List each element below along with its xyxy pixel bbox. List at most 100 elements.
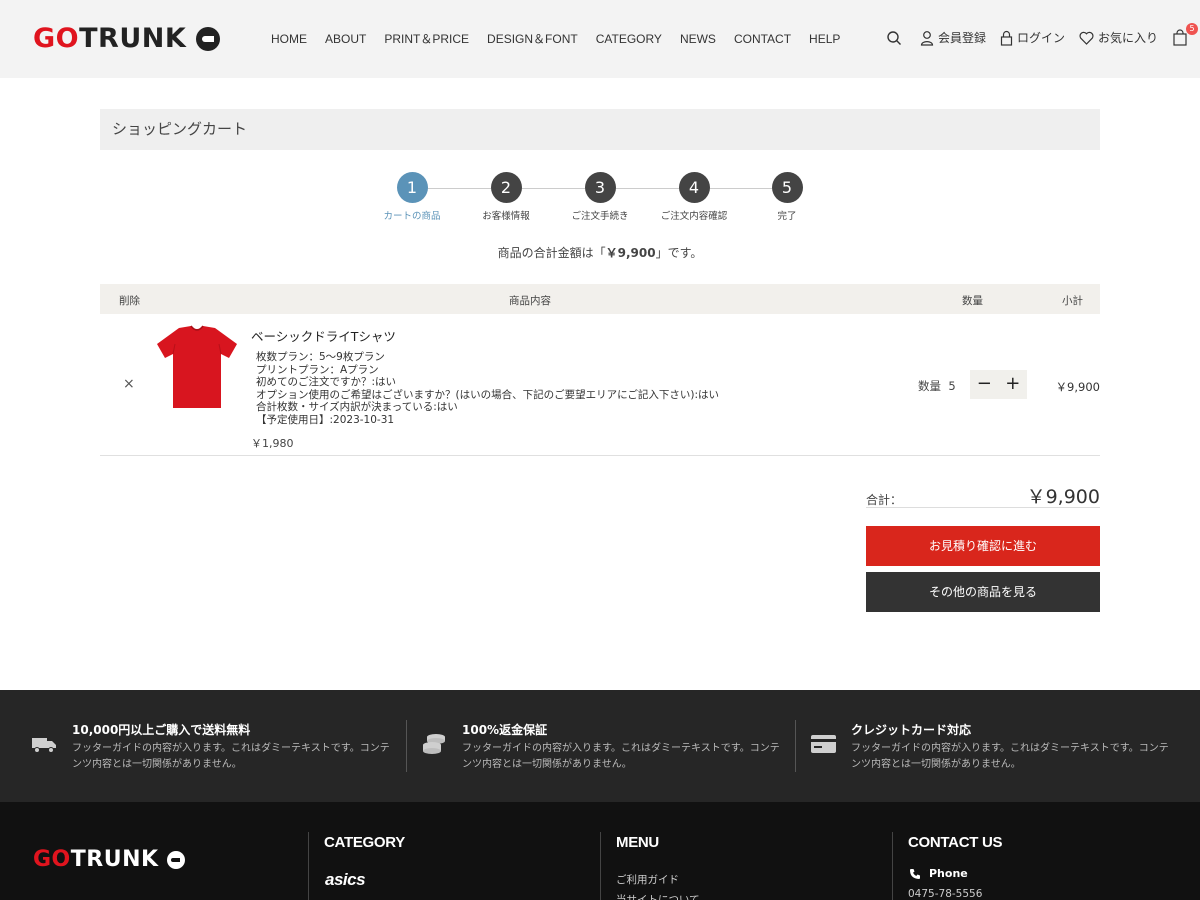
favorites-link[interactable]: お気に入り (1079, 29, 1158, 47)
nav-contact[interactable]: CONTACT (734, 31, 791, 47)
phone-number[interactable]: 0475-78-5556 (908, 888, 982, 900)
quantity-display: 数量 5 (918, 379, 956, 393)
product-option: プリントプラン：Aプラン (256, 363, 379, 376)
logo-text-red: GO (33, 23, 80, 54)
feature-divider (795, 720, 796, 772)
register-link[interactable]: 会員登録 (920, 29, 986, 47)
step-number: 5 (771, 172, 803, 203)
nav-category[interactable]: CATEGORY (596, 31, 662, 47)
login-label: ログイン (1017, 31, 1066, 45)
favorites-label: お気に入り (1098, 31, 1159, 45)
footer-column-divider (600, 832, 601, 900)
cart-button[interactable]: 5 (1172, 23, 1199, 47)
login-link[interactable]: ログイン (1000, 29, 1065, 47)
step-2: 2 お客様情報 (466, 172, 546, 222)
nav-about[interactable]: ABOUT (325, 31, 366, 47)
cart-total-amount: ￥9,900 (605, 246, 656, 260)
heart-icon (1079, 31, 1094, 45)
continue-shopping-button[interactable]: その他の商品を見る (866, 572, 1100, 612)
footer-category-title: CATEGORY (324, 834, 405, 851)
page-title: ショッピングカート (100, 109, 1100, 150)
cart-count-badge: 5 (1186, 23, 1199, 35)
site-footer: GOTRUNK CATEGORY MENU ご利用ガイド 当サイトについて CO… (0, 802, 1200, 900)
footer-contact-title: CONTACT US (908, 834, 1003, 851)
product-option: 枚数プラン：5〜9枚プラン (256, 351, 385, 363)
step-1: 1 カートの商品 (372, 172, 452, 222)
checkout-steps: 1 カートの商品 2 お客様情報 3 ご注文手続き 4 ご注文内容確認 5 完了 (380, 172, 820, 222)
step-label: ご注文内容確認 (660, 211, 728, 222)
footer-menu-link-guide[interactable]: ご利用ガイド (616, 872, 679, 887)
footer-menu-title: MENU (616, 834, 659, 851)
feature-divider (406, 720, 407, 772)
asics-brand-logo[interactable]: asics (325, 870, 366, 890)
product-option: 初めてのご注文ですか？:はい (256, 376, 397, 388)
col-item: 商品内容 (509, 295, 551, 307)
quantity-value: 5 (948, 379, 956, 393)
step-number: 1 (396, 172, 428, 203)
unit-price: ￥1,980 (251, 437, 294, 450)
step-label: 完了 (777, 211, 797, 222)
feature-title: 100%返金保証 (462, 723, 548, 737)
proceed-estimate-button[interactable]: お見積り確認に進む (866, 526, 1100, 566)
phone-icon (910, 869, 920, 879)
logo-text-red: GO (33, 847, 71, 872)
lock-icon (1000, 30, 1013, 46)
product-option: 合計枚数・サイズ内訳が決まっている:はい (256, 401, 458, 413)
feature-title: 10,000円以上ご購入で送料無料 (72, 723, 251, 737)
footer-column-divider (892, 832, 893, 900)
col-delete: 削除 (119, 295, 140, 307)
nav-help[interactable]: HELP (809, 31, 840, 47)
credit-card-icon (811, 735, 836, 753)
col-qty: 数量 (962, 295, 983, 307)
logo-mark-icon (166, 851, 185, 869)
feature-title: クレジットカード対応 (851, 723, 972, 737)
main-nav: HOME ABOUT PRINT＆PRICE DESIGN＆FONT CATEG… (271, 31, 858, 47)
summary-total: ￥9,900 (1026, 486, 1100, 508)
user-icon (920, 31, 934, 46)
header-actions: 会員登録 ログイン お気に入り 5 (886, 23, 1199, 47)
footer-features: 10,000円以上ご購入で送料無料 フッターガイドの内容が入ります。これはダミー… (0, 690, 1200, 802)
footer-logo[interactable]: GOTRUNK (33, 845, 185, 875)
product-info: ベーシックドライTシャツ 枚数プラン：5〜9枚プラン プリントプラン：Aプラン … (251, 326, 719, 451)
item-subtotal: ￥9,900 (1055, 380, 1100, 394)
cart-total-message: 商品の合計金額は「￥9,900」です。 (497, 246, 703, 260)
logo-text-dark: TRUNK (79, 23, 187, 54)
cart-item-row: × ベーシックドライTシャツ 枚数プラン：5〜9枚プラン プリントプラン：Aプラ… (100, 314, 1100, 456)
logo-text-dark: TRUNK (70, 847, 159, 872)
product-name[interactable]: ベーシックドライTシャツ (251, 326, 719, 345)
nav-home[interactable]: HOME (271, 31, 307, 47)
nav-news[interactable]: NEWS (680, 31, 716, 47)
remove-item-button[interactable]: × (123, 376, 135, 392)
col-subtotal: 小計 (1062, 295, 1083, 307)
product-option: 【予定使用日】:2023-10-31 (256, 413, 395, 426)
summary-label: 合計： (866, 493, 903, 507)
search-icon (887, 31, 901, 45)
site-logo[interactable]: GOTRUNK (33, 23, 221, 54)
search-button[interactable] (886, 30, 906, 46)
cart-table-header: 削除 商品内容 数量 小計 (100, 284, 1100, 314)
step-number: 4 (678, 172, 710, 203)
phone-label: Phone (929, 867, 968, 880)
logo-mark-icon (196, 27, 221, 51)
footer-column-divider (308, 832, 309, 900)
coins-icon (423, 734, 445, 754)
summary-divider (866, 507, 1100, 508)
step-3: 3 ご注文手続き (560, 172, 640, 222)
footer-menu-link-about[interactable]: 当サイトについて (616, 892, 700, 900)
step-label: ご注文手続き (571, 211, 629, 222)
step-label: お客様情報 (482, 211, 530, 222)
product-image[interactable] (155, 324, 239, 410)
feature-text: フッターガイドの内容が入ります。これはダミーテキストです。コンテンツ内容とは一切… (851, 743, 1169, 770)
step-4: 4 ご注文内容確認 (654, 172, 734, 222)
truck-icon (32, 738, 56, 753)
nav-design-font[interactable]: DESIGN＆FONT (487, 31, 578, 47)
site-header: GOTRUNK HOME ABOUT PRINT＆PRICE DESIGN＆FO… (0, 0, 1200, 78)
quantity-stepper: − + (970, 370, 1027, 399)
step-5: 5 完了 (747, 172, 827, 222)
nav-print-price[interactable]: PRINT＆PRICE (384, 31, 469, 47)
feature-text: フッターガイドの内容が入ります。これはダミーテキストです。コンテンツ内容とは一切… (72, 743, 390, 770)
quantity-decrease-button[interactable]: − (970, 370, 999, 399)
step-number: 3 (584, 172, 616, 203)
quantity-increase-button[interactable]: + (999, 370, 1028, 399)
product-option: オプション使用のご希望はございますか？(はいの場合、下記のご要望エリアにご記入下… (256, 388, 720, 401)
